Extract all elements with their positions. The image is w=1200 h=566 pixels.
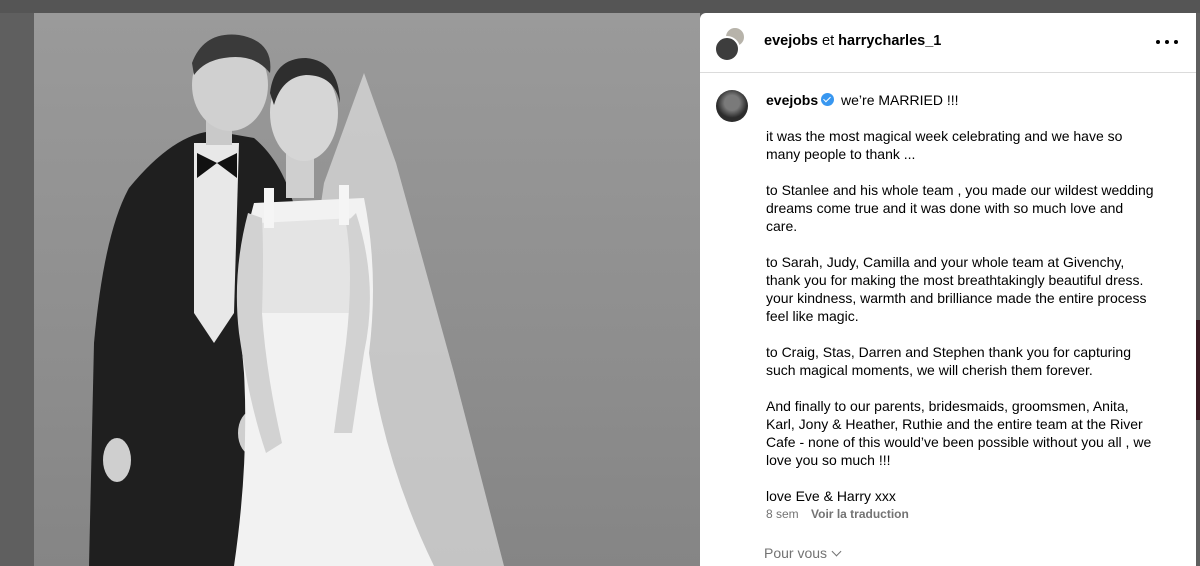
- caption-paragraph: to Sarah, Judy, Camilla and your whole t…: [766, 254, 1147, 324]
- author-link-evejobs[interactable]: evejobs: [764, 33, 818, 49]
- post-timestamp[interactable]: 8 sem: [766, 507, 799, 521]
- caption-paragraph: to Stanlee and his whole team , you made…: [766, 182, 1154, 234]
- wedding-photo-image: [89, 34, 504, 566]
- caption-meta: 8 sem Voir la traduction: [766, 507, 909, 521]
- for-you-label: Pour vous: [764, 545, 828, 561]
- post-caption: evejobs we’re MARRIED !!! it was the mos…: [766, 91, 1176, 505]
- caption-paragraph: to Craig, Stas, Darren and Stephen thank…: [766, 344, 1131, 378]
- more-horizontal-icon: [1156, 40, 1160, 44]
- post-header: evejobs et harrycharles_1: [700, 13, 1196, 73]
- chevron-down-icon: [831, 546, 842, 557]
- collab-avatars[interactable]: [714, 26, 746, 62]
- more-horizontal-icon: [1165, 40, 1169, 44]
- caption-headline: we’re MARRIED !!!: [841, 92, 959, 108]
- verified-badge-icon: [821, 93, 835, 106]
- avatar[interactable]: [714, 36, 740, 62]
- caption-username[interactable]: evejobs: [766, 92, 818, 108]
- backdrop-edge: [1196, 320, 1200, 420]
- more-horizontal-icon: [1174, 40, 1178, 44]
- caption-paragraph: it was the most magical week celebrating…: [766, 128, 1123, 162]
- caption-author-avatar[interactable]: [716, 90, 748, 122]
- caption-paragraph: And finally to our parents, bridesmaids,…: [766, 398, 1152, 468]
- more-options-button[interactable]: [1156, 32, 1178, 52]
- caption-paragraph: love Eve & Harry xxx: [766, 488, 896, 504]
- post-photo[interactable]: [34, 13, 700, 566]
- post-side-panel: evejobs et harrycharles_1 evejobs we’re …: [700, 13, 1196, 566]
- see-translation-button[interactable]: Voir la traduction: [811, 507, 909, 521]
- author-link-harrycharles[interactable]: harrycharles_1: [838, 33, 941, 49]
- post-authors: evejobs et harrycharles_1: [764, 33, 941, 49]
- caption-headline-line: evejobs we’re MARRIED !!!: [766, 91, 1176, 109]
- author-separator: et: [822, 33, 835, 49]
- modal-backdrop[interactable]: [0, 0, 1200, 13]
- for-you-toggle[interactable]: Pour vous: [764, 545, 842, 561]
